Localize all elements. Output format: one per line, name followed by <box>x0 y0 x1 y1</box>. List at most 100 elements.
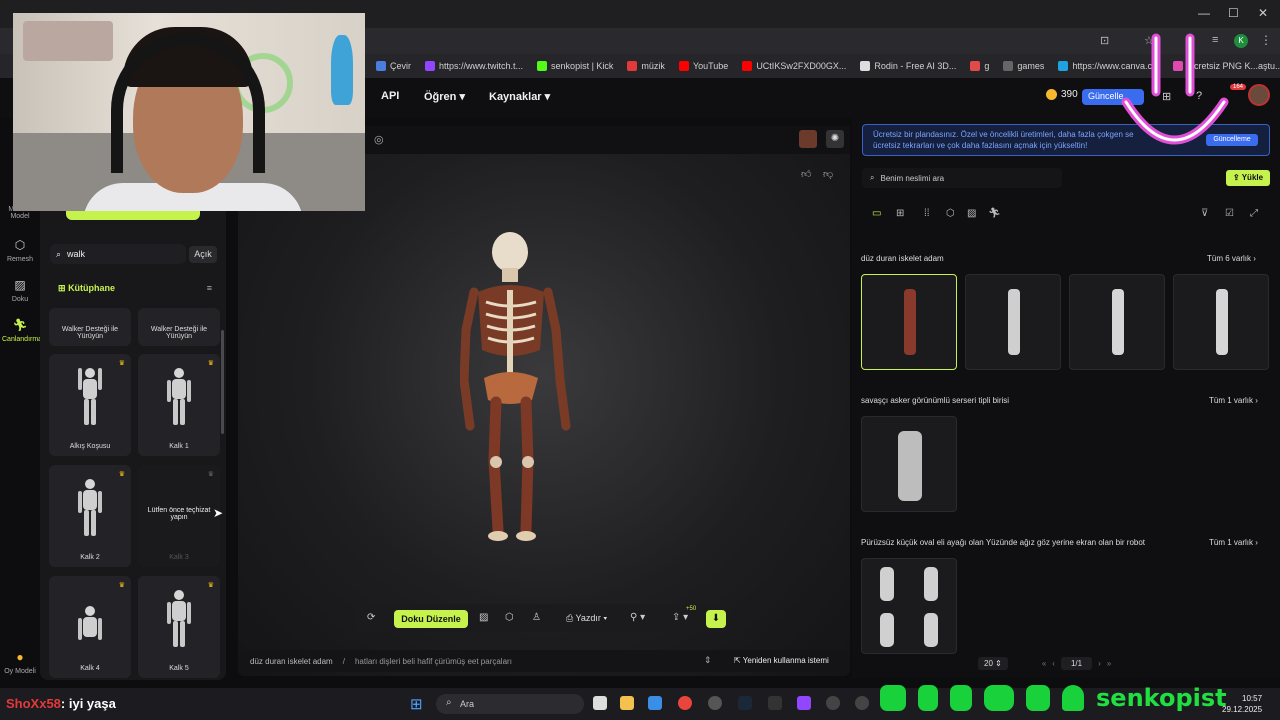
bookmark-item[interactable]: games <box>1003 61 1044 71</box>
rail-animate[interactable]: 🏃︎ Canlandırmak <box>2 318 46 343</box>
chrome-icon[interactable] <box>678 696 692 710</box>
close-icon[interactable]: ✕ <box>1258 6 1268 20</box>
texture-filter-icon[interactable]: ▨ <box>967 208 976 219</box>
bookmark-item[interactable]: Çevir <box>376 61 411 71</box>
generation-thumb[interactable] <box>1069 274 1165 370</box>
anim-card[interactable]: ♛ Kalk 5 <box>138 576 220 678</box>
epic-icon[interactable] <box>768 696 782 710</box>
unreal-icon[interactable] <box>826 696 840 710</box>
twitch-icon[interactable] <box>797 696 811 710</box>
unreal-icon-2[interactable] <box>855 696 869 710</box>
anim-card[interactable]: Walker Desteği ile Yürüyün <box>138 308 220 346</box>
first-page-icon[interactable]: « <box>1042 659 1046 668</box>
view-all-link[interactable]: Tüm 1 varlık › <box>1209 396 1258 405</box>
generation-thumb[interactable] <box>861 416 957 512</box>
thumbs-up-icon[interactable]: 👍︎ <box>801 168 811 180</box>
steam-icon[interactable] <box>738 696 752 710</box>
expand-icon[interactable]: ⇕ <box>704 655 712 666</box>
more-icon[interactable]: ⋮ <box>1260 33 1272 47</box>
bookmark-item[interactable]: YouTube <box>678 61 728 71</box>
rail-texture[interactable]: ▨ Doku <box>2 278 38 303</box>
list-icon[interactable]: ≡ <box>207 283 212 293</box>
credits: 390 <box>1046 89 1078 100</box>
anim-card-locked[interactable]: ♛ Lütfen önce teçhizat yapın Kalk 3 <box>138 465 220 567</box>
lighting-icon[interactable]: ✺ <box>826 130 844 148</box>
edit-texture-button[interactable]: Doku Düzenle <box>394 610 468 628</box>
folder-icon[interactable]: ▭ <box>872 208 881 219</box>
animation-filter-icon[interactable]: 🏃︎ <box>988 208 1001 219</box>
download-button[interactable]: ⬇ <box>706 610 726 628</box>
install-icon[interactable]: ⊡ <box>1100 34 1109 47</box>
nav-resources[interactable]: Kaynaklar ▾ <box>489 90 550 103</box>
print-dropdown[interactable]: ⎙ Yazdır ▾ <box>566 613 607 624</box>
rail-vote[interactable]: ● Oy Modeli <box>2 650 38 675</box>
maximize-icon[interactable]: ☐ <box>1228 6 1239 20</box>
material-thumb[interactable] <box>799 130 817 148</box>
bookmark-item[interactable]: g <box>970 61 989 71</box>
bookmark-favicon-icon <box>425 61 436 71</box>
library-icon: ⊞ <box>58 282 66 293</box>
animation-search[interactable]: ⌕ walk <box>50 244 186 264</box>
filter-icon[interactable]: ⊽ <box>1201 208 1208 219</box>
thumbs-down-icon[interactable]: 👎︎ <box>823 168 833 180</box>
view-all-link[interactable]: Tüm 6 varlık › <box>1207 254 1256 263</box>
globe-icon[interactable]: ◎ <box>374 133 384 146</box>
taskbar-search[interactable]: Ara <box>436 694 584 714</box>
store-icon[interactable] <box>648 696 662 710</box>
dots-grid-icon[interactable]: ⁞⁞ <box>924 208 930 219</box>
section-title: savaşçı asker görünümlü serseri tipli bi… <box>861 396 1010 405</box>
fullscreen-icon[interactable]: ⤢ <box>1250 208 1258 219</box>
clock-time: 10:57 <box>1242 694 1263 703</box>
nav-api[interactable]: API <box>381 90 399 102</box>
page-size-select[interactable]: 20 ⇕ <box>978 656 1008 670</box>
bookmark-item[interactable]: senkopist | Kick <box>537 61 613 71</box>
anim-card[interactable]: ♛ Kalk 1 <box>138 354 220 456</box>
generation-thumb[interactable] <box>1173 274 1269 370</box>
nav-learn[interactable]: Öğren ▾ <box>424 90 465 103</box>
rig-tool-icon[interactable]: ♙ <box>532 612 541 623</box>
select-icon[interactable]: ☑ <box>1225 208 1234 219</box>
bookmark-item[interactable]: UCtIKSw2FXD00GX... <box>742 61 846 71</box>
upload-button[interactable]: ⇪ Yükle <box>1226 170 1270 186</box>
open-button[interactable]: Açık <box>189 246 217 263</box>
reuse-prompt-button[interactable]: ⇱ Yeniden kullanma istemi <box>734 656 829 665</box>
minimize-icon[interactable]: — <box>1198 6 1210 20</box>
refresh-icon[interactable]: ⟳ <box>367 612 375 623</box>
panel-scrollbar[interactable] <box>221 330 224 434</box>
last-page-icon[interactable]: » <box>1107 659 1111 668</box>
page-number[interactable]: 1/1 <box>1060 656 1093 670</box>
anim-figure <box>167 590 191 648</box>
system-clock[interactable]: 10:57 29.12.2025 <box>1222 693 1262 715</box>
anim-card[interactable]: ♛ Alkış Koşusu <box>49 354 131 456</box>
anim-card[interactable]: ♛ Kalk 2 <box>49 465 131 567</box>
generation-thumb[interactable] <box>861 558 957 654</box>
search-icon: ⌕ <box>870 173 875 182</box>
channel-name: senkopist <box>1096 684 1227 712</box>
export-icon[interactable]: ⇪ ▾ <box>672 612 688 623</box>
view-all-link[interactable]: Tüm 1 varlık › <box>1209 538 1258 547</box>
prev-page-icon[interactable]: ‹ <box>1052 659 1055 668</box>
generation-thumb[interactable] <box>965 274 1061 370</box>
file-explorer-icon[interactable] <box>620 696 634 710</box>
anim-card[interactable]: ♛ Kalk 4 <box>49 576 131 678</box>
bookmark-favicon-icon <box>627 61 638 71</box>
grid-icon[interactable]: ⊞ <box>896 208 904 219</box>
generation-search[interactable]: ⌕ Benim neslimi ara <box>862 168 1062 188</box>
generation-thumb[interactable] <box>861 274 957 370</box>
bookmark-item[interactable]: Rodin - Free AI 3D... <box>860 61 956 71</box>
task-view-icon[interactable] <box>593 696 607 710</box>
remesh-tool-icon[interactable]: ⬡ <box>505 612 514 623</box>
animate-icon: 🏃︎ <box>12 318 28 332</box>
pose-icon[interactable]: ⚲ ▾ <box>630 612 645 623</box>
windows-icon[interactable]: ⊞ <box>410 695 423 713</box>
avatar[interactable] <box>1248 84 1270 106</box>
bookmark-item[interactable]: müzik <box>627 61 665 71</box>
rail-remesh[interactable]: ⬡ Remesh <box>2 238 38 263</box>
obs-icon[interactable] <box>708 696 722 710</box>
library-header[interactable]: ⊞ Kütüphane ≡ <box>50 278 218 298</box>
texture-tool-icon[interactable]: ▨ <box>479 612 488 623</box>
cube-icon[interactable]: ⬡ <box>946 208 955 219</box>
next-page-icon[interactable]: › <box>1098 659 1101 668</box>
anim-card[interactable]: Walker Desteği ile Yürüyün <box>49 308 131 346</box>
bookmark-item[interactable]: https://www.twitch.t... <box>425 61 523 71</box>
